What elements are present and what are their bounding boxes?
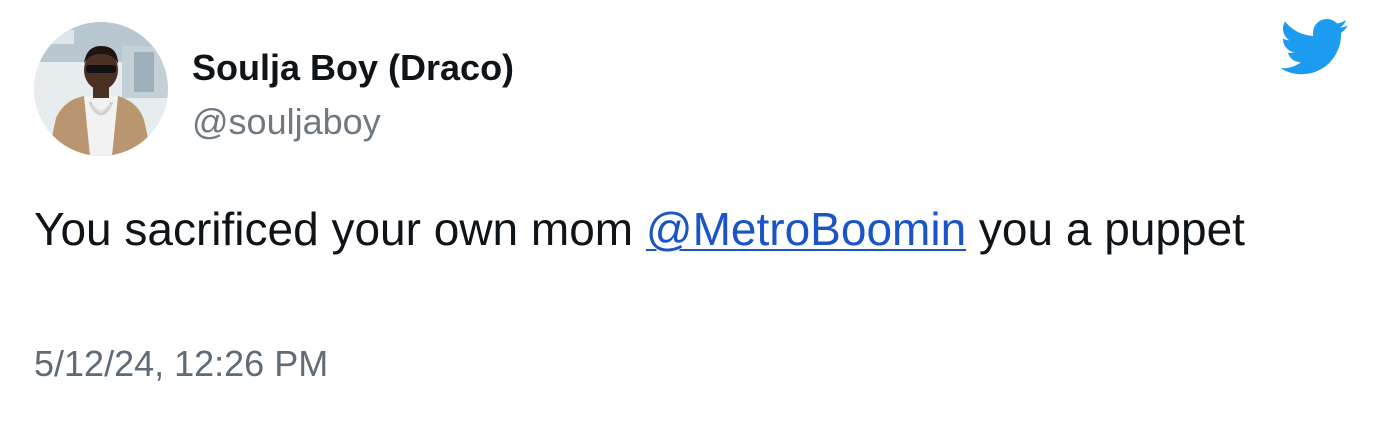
author-handle[interactable]: @souljaboy <box>192 100 381 144</box>
tweet-text-before: You sacrificed your own mom <box>34 203 646 255</box>
twitter-logo-svg <box>1280 18 1348 75</box>
tweet-timestamp[interactable]: 5/12/24, 12:26 PM <box>34 342 328 386</box>
twitter-bird-icon[interactable] <box>1280 18 1349 76</box>
tweet-text-after: you a puppet <box>966 203 1245 255</box>
author-name[interactable]: Soulja Boy (Draco) <box>192 46 514 90</box>
mention-link[interactable]: @MetroBoomin <box>646 203 966 255</box>
author-avatar[interactable] <box>34 22 168 156</box>
tweet-card: Soulja Boy (Draco) @souljaboy You sacrif… <box>0 0 1391 421</box>
tweet-text: You sacrificed your own mom @MetroBoomin… <box>34 196 1334 262</box>
avatar-image <box>34 22 168 156</box>
